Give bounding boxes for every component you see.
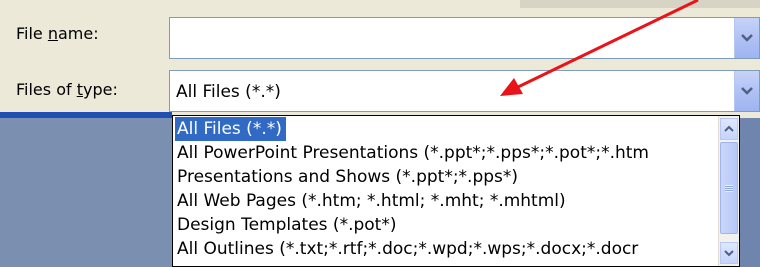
file-name-dropdown-button[interactable]	[734, 18, 759, 58]
scroll-down-button[interactable]	[720, 242, 738, 264]
files-of-type-combobox[interactable]: All Files (*.*)	[169, 70, 760, 112]
window-top-strip	[520, 0, 760, 8]
scroll-up-icon	[724, 125, 734, 132]
file-name-combobox[interactable]	[169, 17, 760, 59]
file-type-option[interactable]: Design Templates (*.pot*)	[175, 213, 400, 237]
background-edge	[740, 118, 760, 267]
grip-icon	[725, 184, 733, 192]
chevron-down-icon	[741, 34, 753, 42]
files-of-type-dropdown-button[interactable]	[734, 71, 759, 111]
files-of-type-label: Files of type:	[16, 80, 118, 99]
chevron-down-icon	[741, 87, 753, 95]
scroll-thumb[interactable]	[720, 142, 738, 234]
scroll-up-button[interactable]	[720, 118, 738, 140]
file-type-option[interactable]: All Outlines (*.txt;*.rtf;*.doc;*.wpd;*.…	[175, 237, 642, 261]
scroll-down-icon	[724, 250, 734, 257]
file-type-option[interactable]: All Web Pages (*.htm; *.html; *.mht; *.m…	[175, 189, 570, 213]
file-type-option[interactable]: All PowerPoint Presentations (*.ppt*;*.p…	[175, 141, 653, 165]
file-name-label: File name:	[16, 24, 99, 43]
file-type-option[interactable]: All Files (*.*)	[175, 117, 286, 141]
file-type-option[interactable]: Presentations and Shows (*.ppt*;*.pps*)	[175, 165, 522, 189]
list-scrollbar[interactable]	[718, 116, 739, 266]
background-panel	[0, 118, 172, 267]
files-of-type-value: All Files (*.*)	[176, 82, 281, 102]
file-type-dropdown-list[interactable]: All Files (*.*) All PowerPoint Presentat…	[172, 115, 740, 267]
